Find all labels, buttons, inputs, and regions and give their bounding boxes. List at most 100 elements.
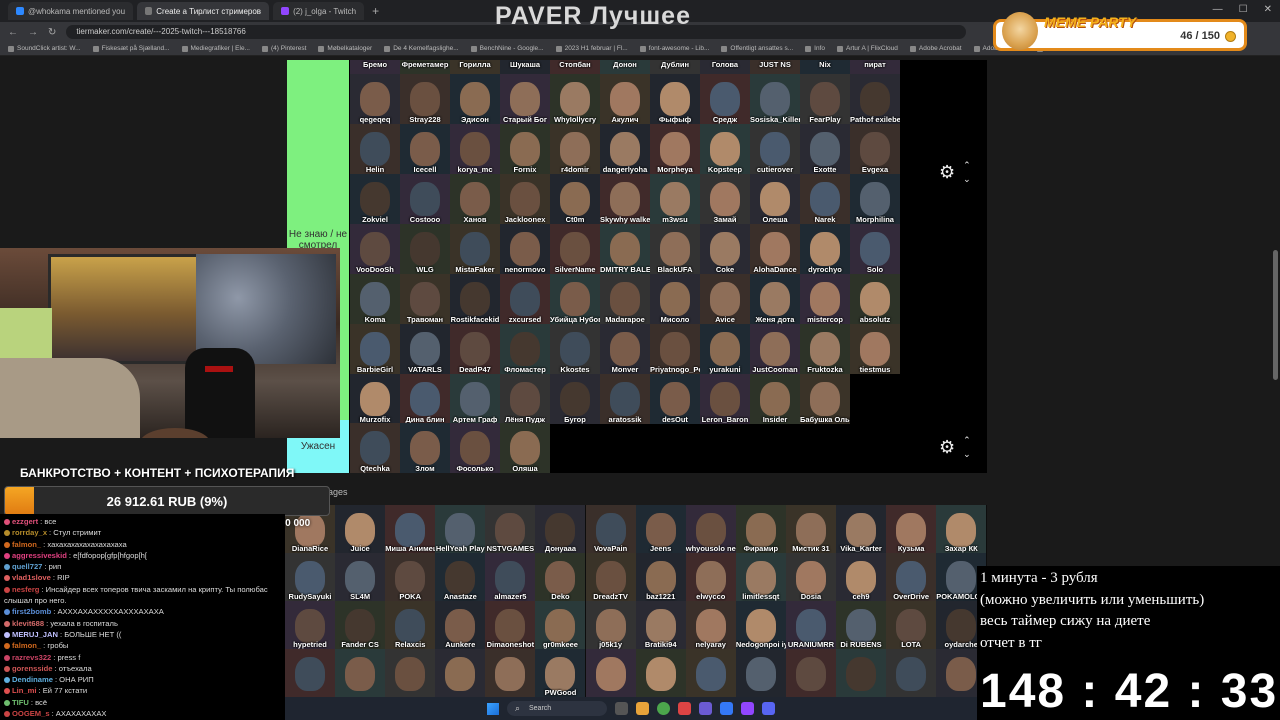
streamer-tile[interactable]: korya_mc [450, 124, 500, 174]
streamer-tile[interactable]: Травоман [400, 274, 450, 324]
bookmark-item[interactable]: (4) Pinterest [262, 45, 306, 52]
chat-username[interactable]: ezzgert [12, 517, 38, 526]
bookmark-item[interactable]: Fiskesæt på Sjælland... [92, 45, 170, 52]
chat-username[interactable]: OOGEM_s [12, 709, 50, 718]
streamer-tile[interactable] [785, 649, 836, 697]
file-explorer-icon[interactable] [636, 702, 649, 715]
streamer-tile[interactable]: Costooo [400, 174, 450, 224]
streamer-tile[interactable]: Narek [800, 174, 850, 224]
streamer-tile[interactable]: Оляша [500, 423, 550, 473]
streamer-tile[interactable] [886, 649, 937, 697]
streamer-tile[interactable]: Фосолько [450, 423, 500, 473]
streamer-tile[interactable]: Мистик 31 [785, 505, 836, 553]
streamer-tile[interactable]: WLG [400, 224, 450, 274]
streamer-tile[interactable]: ceh9 [836, 553, 887, 601]
streamer-tile[interactable]: Дина блин [400, 374, 450, 424]
streamer-tile[interactable]: Insider [750, 374, 800, 424]
streamer-tile[interactable]: Dosia [785, 553, 836, 601]
streamer-tile[interactable]: SilverName [550, 224, 600, 274]
streamer-tile[interactable]: Kkostes [550, 324, 600, 374]
streamer-tile[interactable]: пират [850, 60, 900, 74]
streamer-tile[interactable]: r4domir [550, 124, 600, 174]
streamer-tile[interactable]: qegeqeq [350, 74, 400, 124]
streamer-tile[interactable]: HellYeah Play [435, 505, 486, 553]
gear-icon[interactable]: ⚙ [939, 162, 955, 183]
close-icon[interactable]: ✕ [1264, 4, 1272, 15]
reload-icon[interactable]: ↻ [48, 27, 56, 38]
browser-tab-active[interactable]: Create a Тирлист стримеров [137, 2, 270, 20]
streamer-tile[interactable]: Убийца Нубов [550, 274, 600, 324]
streamer-tile[interactable]: Priyatnogo_Pol eta [650, 324, 700, 374]
streamer-tile[interactable]: yurakuni [700, 324, 750, 374]
streamer-tile[interactable]: Fornix [500, 124, 550, 174]
streamer-tile[interactable]: limitlessqt [735, 553, 786, 601]
streamer-tile[interactable]: Jackloonex [500, 174, 550, 224]
streamer-tile[interactable]: m3wsu [650, 174, 700, 224]
bookmark-item[interactable]: BenchNine - Google... [470, 45, 544, 52]
streamer-tile[interactable]: Anastaze [435, 553, 486, 601]
bookmark-item[interactable]: De 4 Kemelfagslighe... [384, 45, 459, 52]
streamer-tile[interactable]: Голова [700, 60, 750, 74]
app-icon[interactable] [678, 702, 691, 715]
bookmark-item[interactable]: Adobe Acrobat [909, 45, 962, 52]
streamer-tile[interactable]: Nedogonpoi iyo [735, 601, 786, 649]
bookmark-item[interactable]: Offentligt ansattes s... [721, 45, 793, 52]
gear-icon[interactable]: ⚙ [939, 437, 955, 458]
streamer-tile[interactable]: Олеша [750, 174, 800, 224]
streamer-tile[interactable]: Кузьма [886, 505, 937, 553]
streamer-tile[interactable]: FearPlay [800, 74, 850, 124]
streamer-tile[interactable] [435, 649, 486, 697]
streamer-tile[interactable]: MistaFaker [450, 224, 500, 274]
chat-username[interactable]: Dendiname [12, 675, 53, 684]
scrollbar[interactable] [1273, 250, 1278, 380]
chat-username[interactable]: razrevs322 [12, 653, 51, 662]
bookmark-item[interactable]: font-awesome - Lib... [639, 45, 709, 52]
forward-icon[interactable]: → [28, 27, 38, 38]
chat-username[interactable]: Lin_mi [12, 686, 36, 695]
streamer-tile[interactable]: Лёня Пудж [500, 374, 550, 424]
streamer-tile[interactable]: j05k1y [585, 601, 636, 649]
streamer-tile[interactable]: SL4M [335, 553, 386, 601]
new-tab-button[interactable]: + [372, 4, 379, 18]
streamer-tile[interactable]: LOTA [886, 601, 937, 649]
streamer-tile[interactable]: VATARLS [400, 324, 450, 374]
chat-username[interactable]: gorensside [12, 664, 53, 673]
streamer-tile[interactable]: JUST NS [750, 60, 800, 74]
chevron-down-icon[interactable]: ⌄ [963, 172, 971, 186]
streamer-tile[interactable]: Leron_Baron [700, 374, 750, 424]
streamer-tile[interactable] [735, 649, 786, 697]
streamer-tile[interactable]: Koma [350, 274, 400, 324]
streamer-tile[interactable]: Deko [535, 553, 586, 601]
bookmark-item[interactable]: Møbelkataloger [318, 45, 372, 52]
chat-username[interactable]: MERUJ_JAN [12, 630, 58, 639]
streamer-tile[interactable]: DreadzTV [585, 553, 636, 601]
streamer-tile[interactable]: Средж [700, 74, 750, 124]
streamer-tile[interactable]: hypetried [285, 601, 335, 649]
streamer-tile[interactable]: Fruktozka [800, 324, 850, 374]
streamer-tile[interactable]: Rostikfacekid [450, 274, 500, 324]
windows-start-icon[interactable] [487, 702, 499, 715]
streamer-tile[interactable]: DMITRY BALE [600, 224, 650, 274]
streamer-tile[interactable] [335, 649, 386, 697]
streamer-tile[interactable]: URANIUMRR [785, 601, 836, 649]
streamer-tile[interactable]: WhyIollycry [550, 74, 600, 124]
back-icon[interactable]: ← [8, 27, 18, 38]
chat-username[interactable]: quell727 [12, 562, 42, 571]
streamer-tile[interactable]: baz1221 [635, 553, 686, 601]
streamer-tile[interactable]: Бремо [350, 60, 400, 74]
discord-icon[interactable] [762, 702, 775, 715]
streamer-tile[interactable]: mistercop [800, 274, 850, 324]
chrome-icon[interactable] [657, 702, 670, 715]
streamer-tile[interactable] [485, 649, 536, 697]
streamer-tile[interactable]: AlohaDance [750, 224, 800, 274]
streamer-tile[interactable]: Exotte [800, 124, 850, 174]
streamer-tile[interactable]: Старый Бог [500, 74, 550, 124]
streamer-tile[interactable]: Горилла [450, 60, 500, 74]
streamer-tile[interactable]: desOut [650, 374, 700, 424]
streamer-tile[interactable]: OverDrive [886, 553, 937, 601]
streamer-tile[interactable]: VovaPain [585, 505, 636, 553]
streamer-tile[interactable]: Бугор [550, 374, 600, 424]
streamer-tile[interactable]: Ханов [450, 174, 500, 224]
streamer-tile[interactable]: Стопбан [550, 60, 600, 74]
streamer-tile[interactable]: Monver [600, 324, 650, 374]
